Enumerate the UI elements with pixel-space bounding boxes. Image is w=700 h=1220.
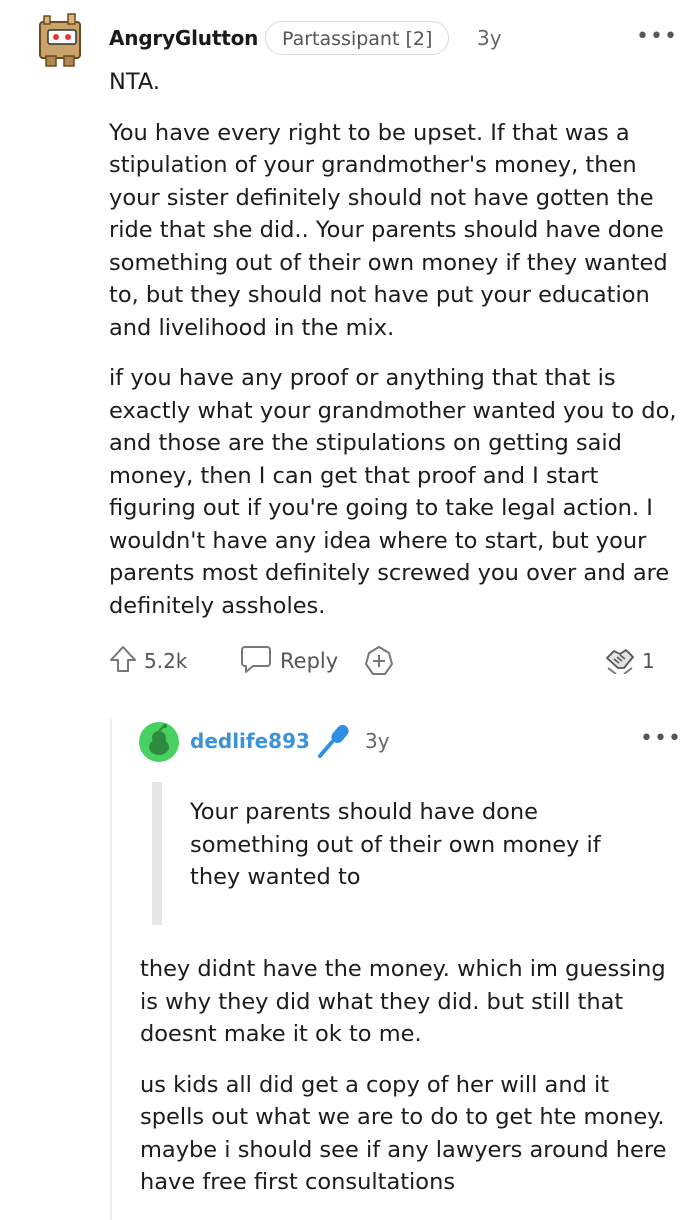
blockquote: Your parents should have done something …	[190, 799, 601, 890]
give-award-button[interactable]	[363, 644, 395, 678]
vote-score: 5.2k	[144, 649, 188, 673]
speech-bubble-icon	[240, 644, 272, 679]
thread-line[interactable]	[110, 718, 112, 1220]
upvote-arrow-icon[interactable]	[108, 644, 138, 679]
comment-age: 3y	[477, 26, 502, 50]
reply-label: Reply	[280, 649, 339, 673]
reply-paragraph: they didnt have the money. which im gues…	[140, 956, 666, 1047]
reply-button[interactable]: Reply	[240, 644, 338, 678]
user-flair: Partassipant [2]	[265, 21, 450, 55]
reply-body: they didnt have the money. which im gues…	[140, 953, 680, 1217]
reply-age: 3y	[365, 729, 390, 753]
reply-more-options-icon[interactable]: •••	[640, 726, 682, 751]
comment-paragraph: You have every right to be upset. If tha…	[109, 119, 668, 341]
microphone-icon	[316, 722, 354, 760]
comment-body: NTA. You have every right to be upset. I…	[109, 66, 679, 640]
comment-paragraph: if you have any proof or anything that t…	[109, 365, 677, 619]
reply-username[interactable]: dedlife893	[190, 729, 310, 753]
reply-paragraph: us kids all did get a copy of her will a…	[140, 1071, 667, 1196]
more-options-icon[interactable]: •••	[636, 24, 678, 49]
reply-user-avatar[interactable]	[139, 722, 179, 762]
plus-circle-icon	[365, 646, 393, 675]
user-avatar[interactable]	[36, 12, 86, 68]
comment-username[interactable]: AngryGlutton	[109, 26, 258, 50]
blockquote-bar	[152, 782, 162, 925]
award-count-value: 1	[642, 649, 655, 673]
snoo-avatar-icon	[139, 722, 179, 762]
comment-paragraph: NTA.	[109, 69, 160, 95]
snoo-box-avatar-icon	[39, 13, 81, 67]
vote-control: 5.2k	[108, 644, 187, 678]
handshake-award-icon	[604, 644, 636, 679]
award-count[interactable]: 1	[604, 644, 655, 678]
